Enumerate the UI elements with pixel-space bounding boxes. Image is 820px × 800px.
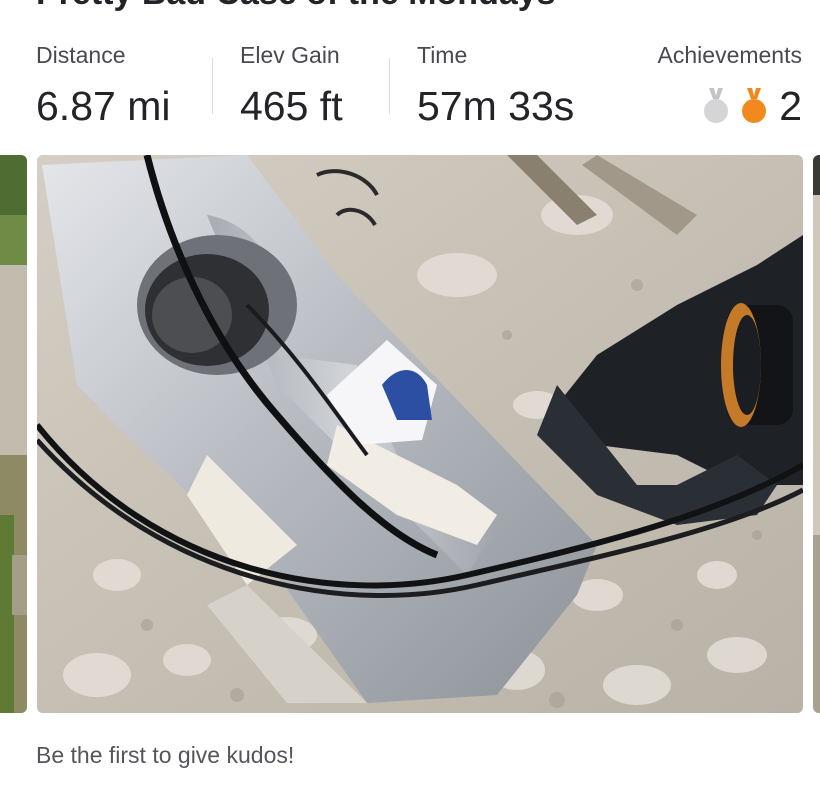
bronze-medal-icon bbox=[742, 88, 767, 123]
elev-gain-label: Elev Gain bbox=[240, 42, 340, 68]
next-photo-peek[interactable] bbox=[813, 155, 820, 713]
achievements-label: Achievements bbox=[657, 42, 802, 68]
distance-value: 6.87 mi bbox=[36, 83, 171, 129]
photo-carousel[interactable] bbox=[0, 155, 820, 715]
stats-row: Distance 6.87 mi Elev Gain 465 ft Time 5… bbox=[0, 0, 820, 150]
distance-label: Distance bbox=[36, 42, 126, 68]
achievements-count: 2 bbox=[779, 83, 802, 129]
stat-divider bbox=[389, 58, 390, 114]
activity-photo[interactable] bbox=[37, 155, 803, 713]
kudos-prompt[interactable]: Be the first to give kudos! bbox=[36, 742, 294, 769]
elev-gain-value: 465 ft bbox=[240, 83, 343, 129]
time-value: 57m 33s bbox=[417, 83, 575, 129]
stat-divider bbox=[212, 58, 213, 114]
stat-elev-gain: Elev Gain 465 ft bbox=[240, 40, 343, 130]
silver-medal-icon bbox=[704, 88, 729, 123]
broken-fork-photo bbox=[37, 155, 803, 713]
time-label: Time bbox=[417, 42, 468, 68]
stat-achievements[interactable]: Achievements 2 bbox=[658, 40, 802, 130]
stat-distance: Distance 6.87 mi bbox=[36, 40, 170, 130]
stat-time: Time 57m 33s bbox=[417, 40, 574, 130]
previous-photo-peek[interactable] bbox=[0, 155, 27, 713]
